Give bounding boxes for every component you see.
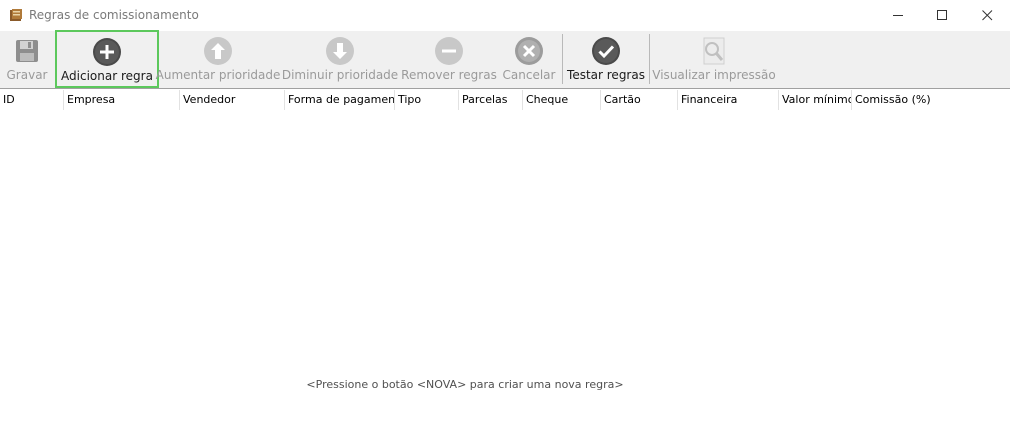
- increase-priority-button[interactable]: Aumentar prioridade: [156, 31, 280, 88]
- minimize-button[interactable]: [876, 0, 921, 31]
- add-rule-label: Adicionar regra: [61, 69, 153, 83]
- column-header-cheque[interactable]: Cheque: [523, 90, 601, 110]
- decrease-priority-button[interactable]: Diminuir prioridade: [281, 31, 399, 88]
- test-rules-label: Testar regras: [567, 68, 645, 82]
- arrow-down-circle-icon: [325, 36, 355, 66]
- column-header-cartao[interactable]: Cartão: [601, 90, 678, 110]
- remove-rules-button[interactable]: Remover regras: [401, 31, 497, 88]
- window-title: Regras de comissionamento: [29, 8, 199, 22]
- toolbar-separator: [562, 34, 563, 84]
- check-circle-icon: [591, 36, 621, 66]
- close-window-button[interactable]: [965, 0, 1010, 31]
- decrease-priority-label: Diminuir prioridade: [281, 68, 399, 82]
- minus-circle-icon: [434, 36, 464, 66]
- cancel-button[interactable]: Cancelar: [501, 31, 557, 88]
- toolbar: Gravar Adicionar regra Aumentar priorida…: [0, 30, 1010, 89]
- book-icon: [9, 8, 23, 22]
- save-label: Gravar: [6, 68, 48, 82]
- save-icon: [12, 36, 42, 66]
- title-bar: Regras de comissionamento: [0, 0, 1010, 31]
- column-header-comissao[interactable]: Comissão (%): [852, 90, 1010, 110]
- save-button[interactable]: Gravar: [4, 31, 50, 88]
- print-preview-label: Visualizar impressão: [652, 68, 776, 82]
- column-header-id[interactable]: ID: [0, 90, 64, 110]
- grid-header: ID Empresa Vendedor Forma de pagamento T…: [0, 90, 1010, 110]
- column-header-vendedor[interactable]: Vendedor: [180, 90, 285, 110]
- test-rules-button[interactable]: Testar regras: [567, 31, 645, 88]
- toolbar-separator: [649, 34, 650, 84]
- remove-rules-label: Remover regras: [401, 68, 497, 82]
- cancel-label: Cancelar: [502, 68, 556, 82]
- column-header-forma-pagamento[interactable]: Forma de pagamento: [285, 90, 395, 110]
- empty-grid-message: <Pressione o botão <NOVA> para criar uma…: [306, 378, 624, 391]
- close-circle-icon: [514, 36, 544, 66]
- add-rule-button[interactable]: Adicionar regra: [55, 30, 159, 88]
- print-preview-button[interactable]: Visualizar impressão: [652, 31, 776, 88]
- column-header-financeira[interactable]: Financeira: [678, 90, 779, 110]
- arrow-up-circle-icon: [203, 36, 233, 66]
- increase-priority-label: Aumentar prioridade: [155, 68, 281, 82]
- magnifier-icon: [699, 36, 729, 66]
- maximize-button[interactable]: [920, 0, 965, 31]
- column-header-tipo[interactable]: Tipo: [395, 90, 459, 110]
- column-header-parcelas[interactable]: Parcelas: [459, 90, 523, 110]
- column-header-valor-minimo[interactable]: Valor mínimo: [779, 90, 852, 110]
- column-header-empresa[interactable]: Empresa: [64, 90, 180, 110]
- plus-circle-icon: [92, 37, 122, 67]
